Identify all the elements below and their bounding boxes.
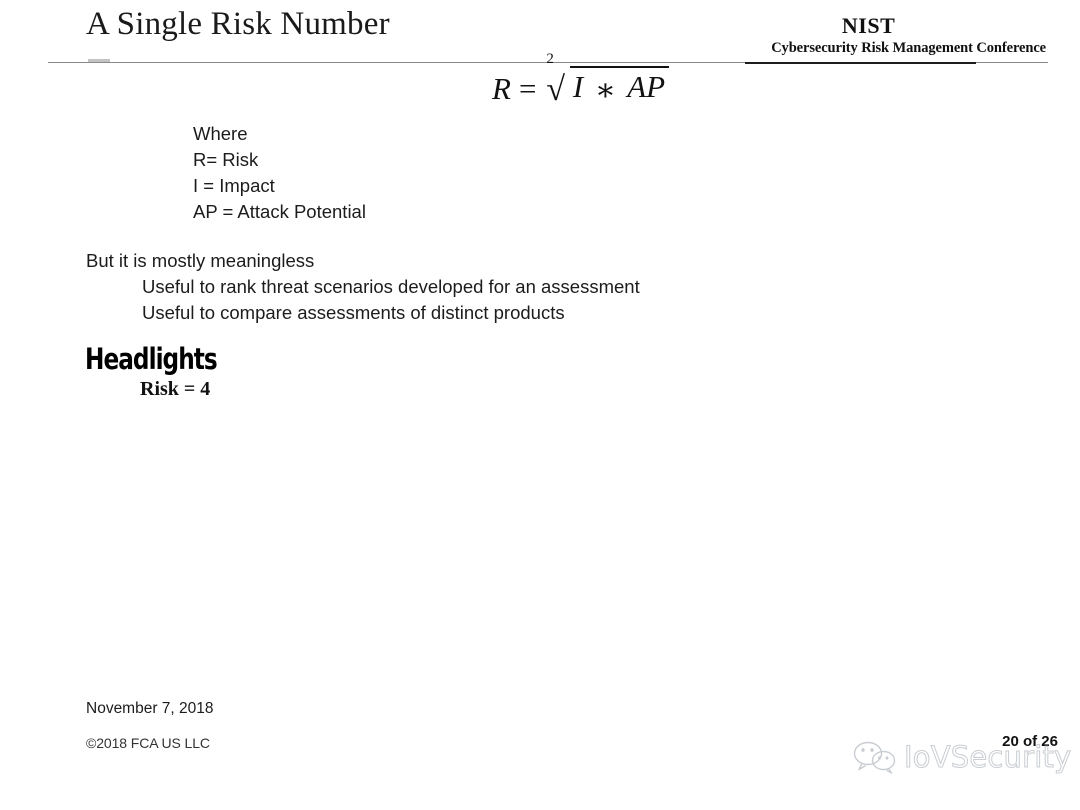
definition-attack-potential: AP = Attack Potential (193, 201, 366, 222)
risk-formula: R = 2 √ I ∗ AP (492, 51, 670, 108)
formula-equals: = (518, 71, 537, 106)
caveat-block: But it is mostly meaningless Useful to r… (86, 248, 640, 326)
definitions-block: Where R= Risk I = Impact AP = Attack Pot… (193, 121, 366, 225)
radicand-impact: I (572, 69, 584, 104)
caveat-point-rank: Useful to rank threat scenarios develope… (142, 276, 640, 297)
conference-header: NIST Cybersecurity Risk Management Confe… (771, 14, 1046, 57)
footer-copyright: ©2018 FCA US LLC (86, 735, 210, 751)
organization-name: NIST (841, 13, 896, 38)
page-title: A Single Risk Number (86, 6, 390, 42)
root-index: 2 (546, 51, 554, 67)
page-indicator: 20 of 26 (1002, 733, 1058, 750)
conference-name: Cybersecurity Risk Management Conference (771, 40, 1046, 57)
definition-impact: I = Impact (193, 175, 275, 196)
wechat-icon (852, 740, 898, 774)
definitions-heading: Where (193, 123, 248, 144)
slide-canvas: A Single Risk Number NIST Cybersecurity … (0, 0, 1080, 810)
caveat-point-compare: Useful to compare assessments of distinc… (142, 302, 565, 323)
radicand-attack-potential: AP (627, 69, 666, 104)
divider-artifact (88, 59, 110, 62)
formula-radicand: I ∗ AP (569, 66, 670, 107)
footer-date: November 7, 2018 (86, 700, 214, 717)
definition-risk: R= Risk (193, 149, 259, 170)
formula-lhs: R (492, 71, 511, 106)
conference-underline (745, 62, 976, 64)
formula-radical: 2 √ I ∗ AP (544, 51, 670, 108)
example-heading-headlights: Headlights (85, 342, 218, 376)
example-risk-value: Risk = 4 (140, 378, 211, 400)
caveat-lead: But it is mostly meaningless (86, 250, 315, 271)
formula-operator: ∗ (594, 72, 616, 107)
radical-sign-icon: √ (546, 71, 566, 108)
